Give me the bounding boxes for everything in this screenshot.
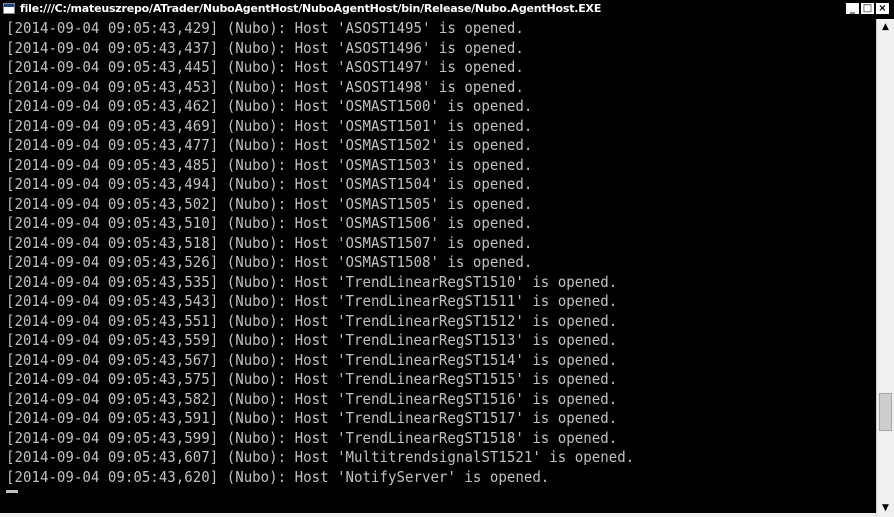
console-app-icon[interactable] [3, 3, 15, 14]
title-bar[interactable]: file:///C:/mateuszrepo/ATrader/NuboAgent… [0, 0, 894, 19]
text-cursor [6, 490, 18, 493]
console-line: [2014-09-04 09:05:43,518] (Nubo): Host '… [6, 233, 533, 252]
console-line: [2014-09-04 09:05:43,582] (Nubo): Host '… [6, 389, 618, 408]
console-output[interactable]: [2014-09-04 09:05:43,429] (Nubo): Host '… [0, 19, 876, 513]
console-line: [2014-09-04 09:05:43,462] (Nubo): Host '… [6, 97, 533, 115]
console-line: [2014-09-04 09:05:43,607] (Nubo): Host '… [6, 448, 635, 466]
window-title: file:///C:/mateuszrepo/ATrader/NuboAgent… [20, 2, 602, 15]
console-line: [2014-09-04 09:05:43,575] (Nubo): Host '… [6, 370, 618, 388]
console-line: [2014-09-04 09:05:43,567] (Nubo): Host '… [6, 350, 618, 369]
console-line: [2014-09-04 09:05:43,469] (Nubo): Host '… [6, 116, 533, 135]
console-line: [2014-09-04 09:05:43,437] (Nubo): Host '… [6, 38, 524, 57]
console-line: [2014-09-04 09:05:43,551] (Nubo): Host '… [6, 311, 618, 330]
console-line: [2014-09-04 09:05:43,477] (Nubo): Host '… [6, 136, 533, 154]
console-line: [2014-09-04 09:05:43,502] (Nubo): Host '… [6, 194, 533, 213]
maximize-button[interactable]: □ [860, 2, 875, 15]
close-button[interactable]: × [875, 2, 890, 15]
console-line: [2014-09-04 09:05:43,445] (Nubo): Host '… [6, 58, 524, 76]
console-line: [2014-09-04 09:05:43,453] (Nubo): Host '… [6, 77, 524, 96]
console-line: [2014-09-04 09:05:43,559] (Nubo): Host '… [6, 331, 618, 349]
scroll-down-arrow-icon[interactable]: ▼ [877, 500, 894, 517]
console-line: [2014-09-04 09:05:43,494] (Nubo): Host '… [6, 175, 533, 193]
minimize-button[interactable]: _ [845, 2, 860, 15]
console-line: [2014-09-04 09:05:43,535] (Nubo): Host '… [6, 272, 618, 291]
window-bottom-edge [0, 513, 876, 517]
console-line: [2014-09-04 09:05:43,526] (Nubo): Host '… [6, 253, 533, 271]
console-line: [2014-09-04 09:05:43,543] (Nubo): Host '… [6, 292, 618, 310]
console-line: [2014-09-04 09:05:43,485] (Nubo): Host '… [6, 155, 533, 174]
console-line: [2014-09-04 09:05:43,510] (Nubo): Host '… [6, 214, 533, 232]
scrollbar-thumb[interactable] [879, 393, 892, 431]
scroll-up-arrow-icon[interactable]: ▲ [877, 19, 894, 36]
vertical-scrollbar[interactable]: ▲ ▼ [876, 19, 894, 517]
console-lines: [2014-09-04 09:05:43,429] (Nubo): Host '… [0, 19, 876, 487]
console-line: [2014-09-04 09:05:43,591] (Nubo): Host '… [6, 409, 618, 427]
window-controls: _ □ × [845, 2, 890, 15]
console-line: [2014-09-04 09:05:43,620] (Nubo): Host '… [6, 467, 550, 486]
console-line: [2014-09-04 09:05:43,429] (Nubo): Host '… [6, 19, 524, 37]
console-line: [2014-09-04 09:05:43,599] (Nubo): Host '… [6, 428, 618, 447]
console-window: file:///C:/mateuszrepo/ATrader/NuboAgent… [0, 0, 894, 517]
